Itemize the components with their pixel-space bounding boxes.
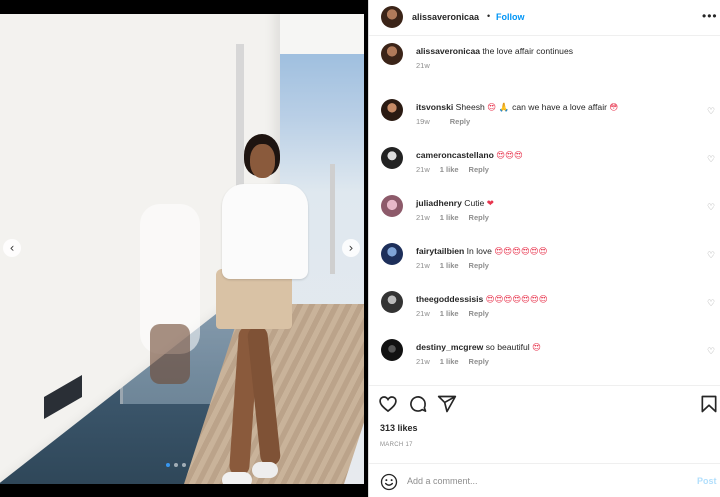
carousel-dot bbox=[174, 463, 178, 467]
comment-emoji: 😍😍😍 bbox=[496, 151, 523, 161]
comment-likes[interactable]: 1 like bbox=[440, 213, 459, 222]
comment-time: 19w bbox=[416, 117, 430, 126]
list-item: fairytailbien In love 😍😍😍😍😍😍 21w 1 like … bbox=[369, 237, 720, 283]
comment-emoji: 😍 🙏 bbox=[487, 103, 513, 113]
comment-time: 21w bbox=[416, 309, 430, 318]
header-username[interactable]: alissaveronicaa bbox=[412, 12, 479, 22]
comment-input[interactable] bbox=[407, 474, 687, 488]
add-comment-bar: Post bbox=[369, 463, 720, 497]
chevron-left-icon[interactable]: ‹ bbox=[3, 239, 21, 257]
comment-likes[interactable]: 1 like bbox=[440, 165, 459, 174]
comment-time: 21w bbox=[416, 165, 430, 174]
comment-username[interactable]: fairytailbien bbox=[416, 246, 464, 256]
reply-button[interactable]: Reply bbox=[469, 309, 489, 318]
comment-like-heart-icon[interactable]: ♡ bbox=[707, 155, 715, 165]
comment-emoji: 😍😍😍😍😍😍😍 bbox=[485, 295, 548, 305]
comment-emoji: 😳 bbox=[609, 103, 619, 113]
caption-username[interactable]: alissaveronicaa bbox=[416, 46, 480, 56]
comment-text: so beautiful bbox=[485, 342, 530, 352]
reply-button[interactable]: Reply bbox=[450, 117, 470, 126]
comment-emoji: 😍 bbox=[532, 343, 541, 353]
caption: alissaveronicaa the love affair continue… bbox=[369, 37, 720, 83]
comment-username[interactable]: destiny_mcgrew bbox=[416, 342, 483, 352]
post-date: MARCH 17 bbox=[380, 442, 413, 448]
avatar[interactable] bbox=[381, 147, 403, 169]
comment-text: can we have a love affair bbox=[512, 102, 607, 112]
comment-like-heart-icon[interactable]: ♡ bbox=[707, 347, 715, 357]
list-item: destiny_mcgrew so beautiful 😍 21w 1 like… bbox=[369, 333, 720, 379]
comment-username[interactable]: theegoddessisis bbox=[416, 294, 483, 304]
bookmark-icon[interactable] bbox=[699, 394, 719, 414]
comments-list[interactable]: alissaveronicaa the love affair continue… bbox=[369, 37, 720, 379]
avatar[interactable] bbox=[381, 43, 403, 65]
list-item: cameroncastellano 😍😍😍 21w 1 like Reply ♡ bbox=[369, 141, 720, 187]
post-header: alissaveronicaa • Follow ••• bbox=[369, 0, 720, 36]
emoji-icon[interactable] bbox=[380, 473, 398, 491]
more-options-icon[interactable]: ••• bbox=[702, 9, 718, 23]
comment-likes[interactable]: 1 like bbox=[440, 309, 459, 318]
caption-time: 21w bbox=[416, 61, 430, 70]
comment-time: 21w bbox=[416, 213, 430, 222]
comment-time: 21w bbox=[416, 261, 430, 270]
chevron-right-icon[interactable]: › bbox=[342, 239, 360, 257]
reply-button[interactable]: Reply bbox=[469, 165, 489, 174]
reply-button[interactable]: Reply bbox=[469, 261, 489, 270]
comment-likes[interactable]: 1 like bbox=[440, 357, 459, 366]
post-actions bbox=[369, 385, 720, 421]
carousel-dots bbox=[166, 463, 186, 467]
comment-time: 21w bbox=[416, 357, 430, 366]
comment-username[interactable]: itsvonski bbox=[416, 102, 453, 112]
comment-text: Cutie bbox=[464, 198, 485, 208]
comment-like-heart-icon[interactable]: ♡ bbox=[707, 107, 715, 117]
comment-like-heart-icon[interactable]: ♡ bbox=[707, 299, 715, 309]
comment-username[interactable]: juliadhenry bbox=[416, 198, 462, 208]
post-button[interactable]: Post bbox=[697, 476, 717, 486]
caption-text: the love affair continues bbox=[482, 46, 574, 56]
list-item: itsvonski Sheesh 😍 🙏 can we have a love … bbox=[369, 93, 720, 139]
comment-text: In love bbox=[466, 246, 492, 256]
list-item: theegoddessisis 😍😍😍😍😍😍😍 21w 1 like Reply… bbox=[369, 285, 720, 331]
post-media: ‹ › bbox=[0, 0, 368, 497]
avatar[interactable] bbox=[381, 339, 403, 361]
comment-icon[interactable] bbox=[408, 394, 428, 414]
comment-like-heart-icon[interactable]: ♡ bbox=[707, 251, 715, 261]
avatar[interactable] bbox=[381, 195, 403, 217]
reply-button[interactable]: Reply bbox=[469, 213, 489, 222]
avatar[interactable] bbox=[381, 6, 403, 28]
avatar[interactable] bbox=[381, 99, 403, 121]
comment-username[interactable]: cameroncastellano bbox=[416, 150, 494, 160]
comment-likes[interactable]: 1 like bbox=[440, 261, 459, 270]
post-photo[interactable] bbox=[0, 14, 364, 484]
comment-emoji: 😍😍😍😍😍😍 bbox=[494, 247, 548, 257]
avatar[interactable] bbox=[381, 291, 403, 313]
carousel-dot bbox=[182, 463, 186, 467]
comment-emoji: ❤ bbox=[486, 199, 494, 209]
header-separator: • bbox=[487, 11, 491, 21]
post-sidebar: alissaveronicaa • Follow ••• alissaveron… bbox=[368, 0, 720, 497]
reply-button[interactable]: Reply bbox=[469, 357, 489, 366]
carousel-dot bbox=[166, 463, 170, 467]
list-item: juliadhenry Cutie ❤ 21w 1 like Reply ♡ bbox=[369, 189, 720, 235]
likes-count[interactable]: 313 likes bbox=[380, 423, 418, 433]
comment-like-heart-icon[interactable]: ♡ bbox=[707, 203, 715, 213]
comment-text: Sheesh bbox=[455, 102, 485, 112]
share-icon[interactable] bbox=[437, 394, 457, 414]
follow-button[interactable]: Follow bbox=[496, 12, 525, 22]
heart-icon[interactable] bbox=[378, 394, 398, 414]
avatar[interactable] bbox=[381, 243, 403, 265]
